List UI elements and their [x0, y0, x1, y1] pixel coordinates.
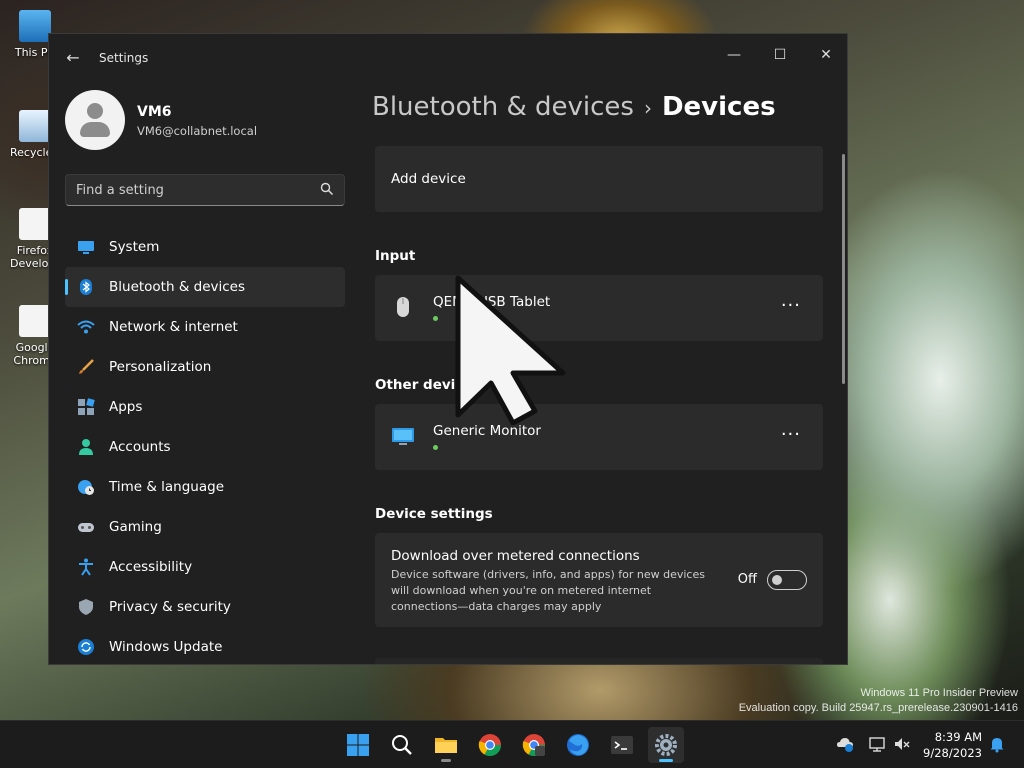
- more-options-button[interactable]: ···: [781, 424, 801, 445]
- device-card-generic-monitor[interactable]: Generic Monitor ···: [375, 404, 823, 470]
- avatar[interactable]: [65, 90, 125, 150]
- accounts-icon: [79, 439, 93, 455]
- search-icon[interactable]: [320, 182, 334, 196]
- more-options-button[interactable]: ···: [781, 295, 801, 316]
- taskbar: 8:39 AM 9/28/2023: [0, 720, 1024, 768]
- sidebar-item-network[interactable]: Network & internet: [65, 307, 345, 347]
- evaluation-watermark: Windows 11 Pro Insider Preview Evaluatio…: [738, 687, 1018, 714]
- section-device-settings: Device settings: [375, 506, 493, 522]
- sidebar-item-personalization[interactable]: Personalization: [65, 347, 345, 387]
- status-connected-dot: [433, 445, 438, 450]
- sidebar-item-system[interactable]: System: [65, 227, 345, 267]
- toggle-state-label: Off: [737, 572, 757, 587]
- shortcut-file-icon: [19, 208, 51, 240]
- sidebar-item-time-language[interactable]: Time & language: [65, 467, 345, 507]
- firefox-icon: [567, 734, 589, 756]
- close-button[interactable]: ✕: [803, 40, 847, 70]
- gear-icon: [655, 734, 677, 756]
- sidebar-item-privacy-security[interactable]: Privacy & security: [65, 587, 345, 627]
- sidebar-item-apps[interactable]: Apps: [65, 387, 345, 427]
- metered-connections-card: Download over metered connections Device…: [375, 533, 823, 627]
- windows-start-icon: [347, 734, 369, 756]
- globe-clock-icon: [78, 480, 94, 495]
- window-title: Settings: [99, 51, 149, 65]
- taskbar-start-button[interactable]: [340, 727, 376, 763]
- page-title: Devices: [661, 92, 776, 122]
- monitor-icon: [19, 10, 51, 42]
- taskbar-settings[interactable]: [648, 727, 684, 763]
- metered-toggle[interactable]: [767, 570, 807, 590]
- sidebar-item-accessibility[interactable]: Accessibility: [65, 547, 345, 587]
- device-name: Generic Monitor: [433, 423, 541, 439]
- sidebar-nav: System Bluetooth & devices Network & int…: [65, 227, 345, 664]
- wifi-icon: [77, 320, 95, 334]
- next-section-card-partial: [375, 658, 823, 664]
- breadcrumb-separator: ›: [643, 96, 652, 120]
- sidebar-item-bluetooth-devices[interactable]: Bluetooth & devices: [65, 267, 345, 307]
- system-icon: [78, 241, 94, 254]
- bluetooth-icon: [80, 279, 92, 295]
- taskbar-file-explorer[interactable]: [428, 727, 464, 763]
- breadcrumb-parent[interactable]: Bluetooth & devices: [372, 92, 634, 122]
- running-indicator: [659, 759, 673, 762]
- taskbar-firefox[interactable]: [560, 727, 596, 763]
- profile-email: VM6@collabnet.local: [137, 124, 258, 138]
- folder-icon: [435, 738, 457, 753]
- profile-name: VM6: [137, 104, 172, 120]
- network-monitor-icon[interactable]: [868, 735, 886, 753]
- taskbar-chrome[interactable]: [472, 727, 508, 763]
- taskbar-terminal[interactable]: [604, 727, 640, 763]
- device-card-qemu-tablet[interactable]: QEMU USB Tablet ···: [375, 275, 823, 341]
- add-device-card[interactable]: Add device: [375, 146, 823, 212]
- chrome-icon: [478, 734, 501, 756]
- search-box: [65, 174, 345, 206]
- avatar-head: [87, 103, 103, 119]
- volume-muted-icon[interactable]: [893, 735, 911, 753]
- back-button[interactable]: ←: [63, 48, 83, 68]
- maximize-button[interactable]: ☐: [757, 40, 803, 70]
- running-indicator: [441, 759, 451, 762]
- search-icon: [392, 735, 412, 755]
- mouse-icon: [397, 297, 409, 317]
- scrollbar[interactable]: [842, 154, 845, 384]
- sidebar-item-gaming[interactable]: Gaming: [65, 507, 345, 547]
- chrome-dev-icon: [522, 734, 545, 756]
- minimize-button[interactable]: —: [711, 40, 757, 70]
- metered-description: Device software (drivers, info, and apps…: [391, 568, 705, 613]
- taskbar-chrome-dev[interactable]: [516, 727, 552, 763]
- taskbar-search-button[interactable]: [384, 727, 420, 763]
- metered-title: Download over metered connections: [391, 548, 640, 564]
- brush-icon: [79, 359, 94, 374]
- avatar-body: [80, 122, 110, 137]
- sidebar-item-accounts[interactable]: Accounts: [65, 427, 345, 467]
- mouse-pointer-icon: [455, 275, 566, 425]
- recycle-bin-icon: [19, 110, 51, 142]
- section-input: Input: [375, 248, 416, 264]
- status-connected-dot: [433, 316, 438, 321]
- breadcrumb: Bluetooth & devices › Devices: [372, 92, 776, 122]
- monitor-icon: [392, 428, 414, 445]
- settings-window: ← Settings — ☐ ✕ VM6 VM6@collabnet.local…: [48, 33, 848, 665]
- cloud-info-icon[interactable]: [836, 735, 854, 753]
- accessibility-icon: [79, 558, 93, 576]
- search-input[interactable]: [76, 175, 306, 205]
- notification-bell-icon[interactable]: [988, 735, 1006, 753]
- shortcut-file-icon: [19, 305, 51, 337]
- apps-icon: [78, 398, 95, 415]
- update-icon: [78, 639, 94, 655]
- terminal-icon: [611, 736, 633, 754]
- title-bar: ← Settings — ☐ ✕: [49, 34, 847, 82]
- add-device-label: Add device: [391, 171, 466, 187]
- sidebar-item-windows-update[interactable]: Windows Update: [65, 627, 345, 664]
- gamepad-icon: [78, 523, 94, 532]
- taskbar-clock[interactable]: 8:39 AM 9/28/2023: [923, 729, 982, 761]
- shield-icon: [79, 599, 93, 615]
